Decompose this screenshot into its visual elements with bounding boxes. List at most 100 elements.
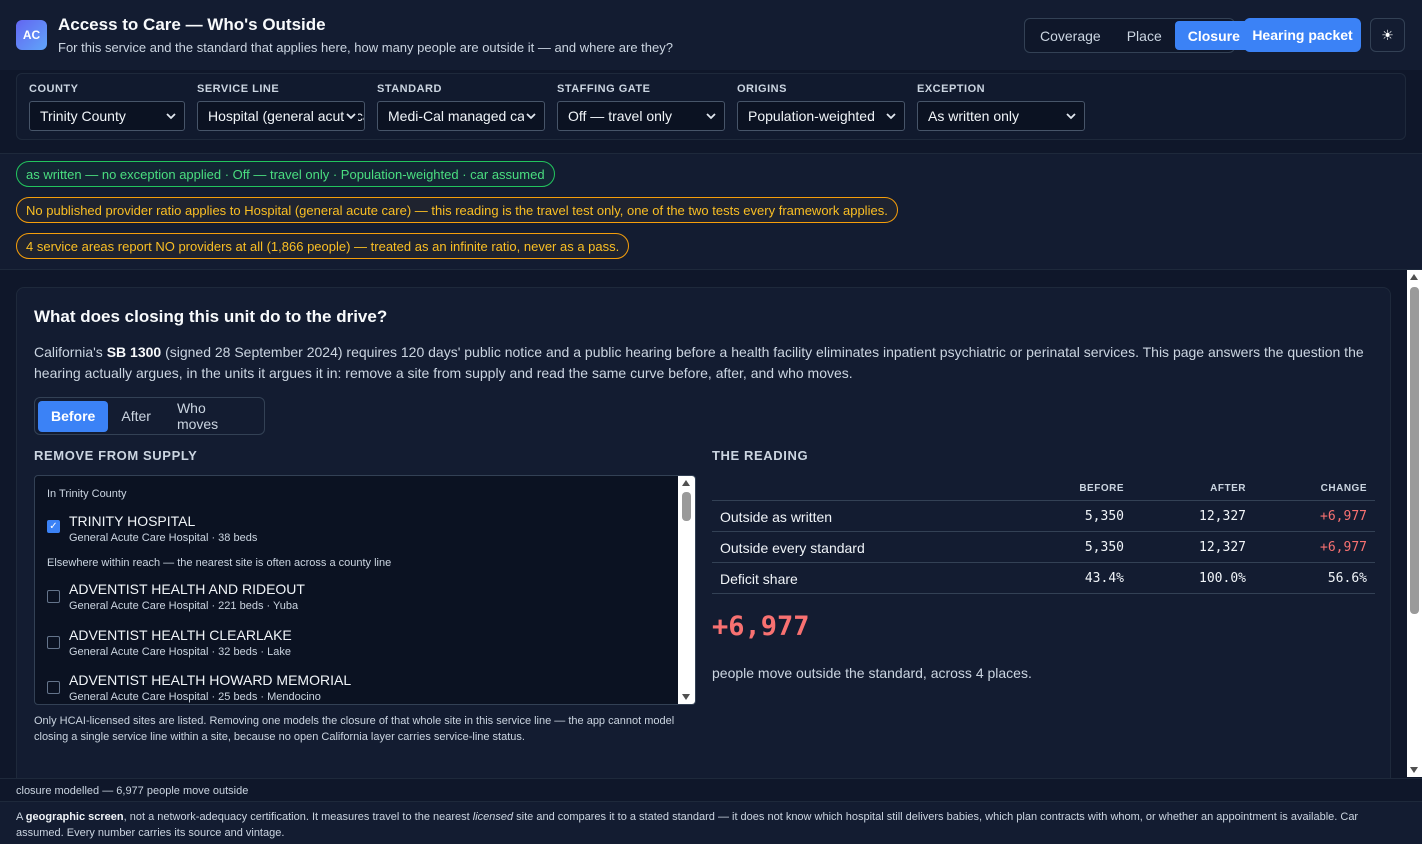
chevron-down-icon [706, 113, 716, 120]
group-label-elsewhere: Elsewhere within reach — the nearest sit… [47, 557, 392, 569]
scroll-thumb[interactable] [1410, 287, 1419, 614]
chevron-down-icon [1066, 113, 1076, 120]
site-list-note: Only HCAI-licensed sites are listed. Rem… [34, 715, 675, 743]
remove-from-supply-heading: Remove from supply [34, 448, 198, 463]
scroll-thumb[interactable] [682, 492, 691, 521]
standard-value: Medi-Cal managed care [388, 108, 538, 124]
app-title: Access to Care — Who's Outside [58, 15, 326, 34]
check-icon: ✓ [49, 521, 58, 532]
site-checkbox[interactable] [47, 681, 60, 694]
row-before: 43.4% [1084, 571, 1124, 586]
county-select[interactable]: Trinity County [29, 101, 185, 131]
chevron-down-icon [886, 113, 896, 120]
sun-icon: ☀ [1381, 26, 1394, 43]
tab-who-moves[interactable]: Who moves [164, 400, 261, 432]
closure-intro: California's SB 1300 (signed 28 Septembe… [34, 344, 1364, 381]
hearing-packet-button[interactable]: Hearing packet [1244, 18, 1361, 52]
site-name: ADVENTIST HEALTH HOWARD MEMORIAL [69, 672, 352, 688]
origins-filter: Origins Population-weighted [737, 83, 905, 131]
col-change: Change [1320, 483, 1367, 494]
reading-table-header: Before After Change [712, 478, 1375, 501]
site-name: TRINITY HOSPITAL [69, 513, 196, 529]
site-list-scrollbar[interactable] [678, 476, 695, 704]
table-row: Outside every standard 5,350 12,327 +6,9… [712, 532, 1375, 563]
site-checkbox[interactable]: ✓ [47, 520, 60, 533]
standard-filter: Standard Medi-Cal managed care [377, 83, 545, 131]
scroll-up-icon[interactable] [682, 480, 690, 486]
footer-italic: licensed [472, 811, 514, 823]
staffing-gate-select[interactable]: Off — travel only [557, 101, 725, 131]
service-line-label: Service line [197, 83, 280, 95]
exception-select[interactable]: As written only [917, 101, 1085, 131]
status-bar: closure modelled — 6,977 people move out… [0, 778, 1422, 801]
exception-value: As written only [928, 108, 1020, 124]
disclaimer-text: A geographic screen, not a network-adequ… [16, 811, 1359, 839]
delta-value: +6,977 [712, 611, 810, 642]
standard-label: Standard [377, 83, 442, 95]
status-badge: as written — no exception applied · Off … [16, 161, 555, 187]
tab-coverage[interactable]: Coverage [1027, 21, 1114, 50]
col-before: Before [1079, 483, 1124, 494]
row-label: Deficit share [720, 571, 798, 587]
row-after: 100.0% [1199, 571, 1246, 586]
app-logo: AC [16, 20, 47, 50]
tab-after[interactable]: After [108, 401, 164, 432]
exception-label: Exception [917, 83, 986, 95]
exception-filter: Exception As written only [917, 83, 1085, 131]
standard-select[interactable]: Medi-Cal managed care [377, 101, 545, 131]
disclaimer-footer: A geographic screen, not a network-adequ… [0, 801, 1422, 844]
bill-name: SB 1300 [106, 344, 162, 360]
group-label-in-county: In Trinity County [47, 488, 127, 500]
county-filter: County Trinity County [29, 83, 185, 131]
site-name: ADVENTIST HEALTH AND RIDEOUT [69, 581, 305, 597]
row-after: 12,327 [1199, 509, 1246, 524]
reading-table: Before After Change Outside as written 5… [712, 478, 1375, 594]
row-label: Outside as written [720, 509, 833, 525]
tab-place[interactable]: Place [1114, 21, 1175, 50]
row-before: 5,350 [1084, 540, 1124, 555]
theme-toggle-button[interactable]: ☀ [1370, 18, 1405, 52]
site-meta: General Acute Care Hospital · 38 beds [69, 532, 258, 544]
closure-title: What does closing this unit do to the dr… [34, 307, 388, 326]
staffing-gate-value: Off — travel only [568, 108, 673, 124]
app-header: AC Access to Care — Who's Outside For th… [0, 0, 1422, 70]
page-scrollbar[interactable] [1407, 270, 1422, 777]
chevron-down-icon [344, 109, 358, 123]
origins-select[interactable]: Population-weighted [737, 101, 905, 131]
table-row: Deficit share 43.4% 100.0% 56.6% [712, 563, 1375, 594]
service-line-filter: Service line Hospital (general acute car… [197, 83, 365, 131]
row-after: 12,327 [1199, 540, 1246, 555]
col-after: After [1210, 483, 1246, 494]
county-label: County [29, 83, 79, 95]
site-meta: General Acute Care Hospital · 221 beds ·… [69, 600, 299, 612]
scroll-down-icon[interactable] [682, 694, 690, 700]
row-change: 56.6% [1327, 571, 1367, 586]
service-line-select[interactable]: Hospital (general acute care) [197, 101, 365, 131]
tab-closure[interactable]: Closure [1174, 21, 1253, 50]
county-value: Trinity County [40, 108, 126, 124]
site-meta: General Acute Care Hospital · 32 beds · … [69, 646, 291, 658]
view-tabs: Before After Who moves [34, 397, 265, 435]
row-change: +6,977 [1320, 540, 1367, 555]
scroll-down-icon[interactable] [1410, 767, 1418, 773]
site-checkbox[interactable] [47, 590, 60, 603]
site-list[interactable]: In Trinity County ✓ TRINITY HOSPITAL Gen… [34, 475, 696, 705]
chevron-down-icon [166, 113, 176, 120]
staffing-gate-label: Staffing gate [557, 83, 651, 95]
no-provider-warning-badge: 4 service areas report NO providers at a… [16, 233, 630, 259]
site-name: ADVENTIST HEALTH CLEARLAKE [69, 627, 292, 643]
delta-caption: people move outside the standard, across… [712, 665, 1032, 681]
row-change: +6,977 [1320, 509, 1367, 524]
tab-before[interactable]: Before [38, 400, 109, 432]
site-meta: General Acute Care Hospital · 25 beds · … [69, 691, 321, 703]
closure-card: What does closing this unit do to the dr… [16, 287, 1391, 797]
site-checkbox[interactable] [47, 636, 60, 649]
scroll-up-icon[interactable] [1410, 274, 1418, 280]
service-line-value: Hospital (general acute care) [208, 108, 364, 124]
origins-value: Population-weighted [748, 108, 875, 124]
app-subtitle: For this service and the standard that a… [58, 40, 673, 55]
row-label: Outside every standard [720, 540, 865, 556]
staffing-gate-filter: Staffing gate Off — travel only [557, 83, 725, 131]
reading-heading: The reading [712, 448, 809, 463]
table-row: Outside as written 5,350 12,327 +6,977 [712, 501, 1375, 532]
